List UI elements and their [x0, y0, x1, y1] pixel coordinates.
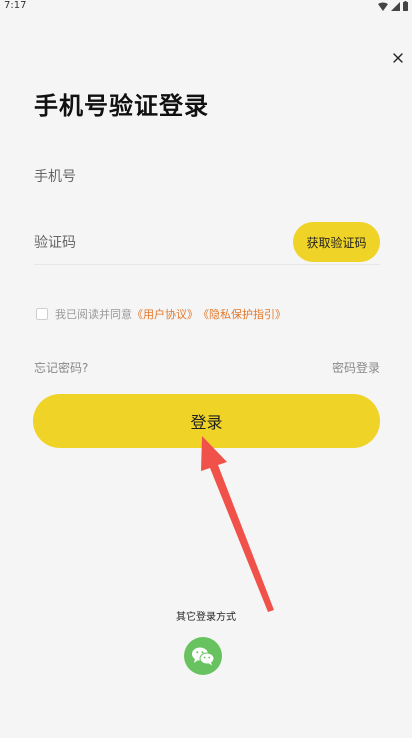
wechat-login-button[interactable] [184, 637, 222, 675]
user-agreement-link[interactable]: 《用户协议》 [132, 306, 198, 322]
forgot-password-link[interactable]: 忘记密码? [34, 359, 88, 376]
status-icons [378, 1, 408, 11]
battery-icon [403, 1, 408, 11]
close-icon [393, 53, 403, 63]
status-time: 7:17 [4, 0, 27, 11]
get-code-button[interactable]: 获取验证码 [293, 222, 380, 262]
privacy-policy-link[interactable]: 《隐私保护指引》 [198, 306, 286, 322]
close-button[interactable] [390, 50, 406, 66]
phone-input[interactable] [34, 160, 380, 194]
signal-icon [391, 1, 400, 11]
verification-code-input[interactable] [34, 226, 274, 260]
status-bar: 7:17 [0, 0, 412, 14]
verification-code-row: 获取验证码 [34, 222, 380, 265]
agreement-row: 我已阅读并同意 《用户协议》 《隐私保护指引》 [36, 306, 286, 322]
agreement-text: 我已阅读并同意 [55, 308, 132, 321]
wechat-icon [192, 647, 215, 666]
wifi-icon [378, 2, 388, 11]
code-input-container [34, 226, 274, 260]
phone-field-container [34, 160, 380, 194]
agree-checkbox[interactable] [36, 308, 48, 320]
login-button[interactable]: 登录 [33, 394, 380, 448]
other-login-label: 其它登录方式 [176, 612, 236, 623]
page-title: 手机号验证登录 [34, 92, 209, 120]
password-login-link[interactable]: 密码登录 [332, 359, 380, 376]
